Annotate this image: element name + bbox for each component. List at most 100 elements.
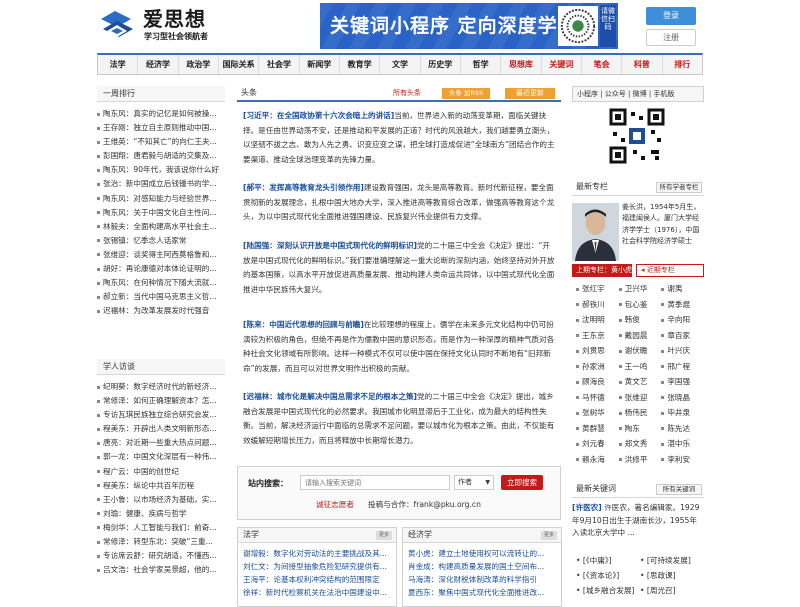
expert-name-link[interactable]: 谢夷: [661, 282, 704, 297]
list-item[interactable]: 张治：新中国成立后钱锺书的学...: [97, 177, 225, 191]
previous-issue-tab[interactable]: 上期专栏：黄小虎: [572, 264, 632, 277]
list-item[interactable]: 陶东风：对感知能力与经验世界...: [97, 192, 225, 206]
expert-name-link[interactable]: 黄季焜: [661, 298, 704, 313]
list-item[interactable]: 郝立新：当代中国马克思主义哲...: [97, 290, 225, 304]
expert-name-link[interactable]: 王一鸣: [618, 360, 662, 375]
column-article-link[interactable]: 徐祥：新时代检察机关在法治中国建设中...: [243, 586, 391, 599]
list-item[interactable]: 王小鲁：以市场经济为基础，实...: [97, 493, 225, 507]
headline-title[interactable]: 习近平：在全国政协第十六次会暗上的讲话: [246, 111, 390, 120]
list-item[interactable]: 程广云：中国的创世纪: [97, 465, 225, 479]
expert-name-link[interactable]: 黄文艺: [618, 375, 662, 390]
expert-name-link[interactable]: 卫兴华: [618, 282, 662, 297]
expert-name-link[interactable]: 李国强: [661, 375, 704, 390]
expert-name-link[interactable]: 谢伏瞻: [618, 344, 662, 359]
mini-program-banner[interactable]: 关键词小程序 定向深度学习 请微信扫码: [320, 3, 618, 49]
right-links-bar[interactable]: 小程序 | 公众号 | 微博 | 手机版: [572, 86, 704, 102]
nav-item[interactable]: 科普: [622, 55, 663, 74]
keyword-link[interactable]: • [周光召]: [640, 583, 704, 598]
nav-item[interactable]: 笔会: [582, 55, 623, 74]
list-item[interactable]: 常修泽：转型东北：突破“三重...: [97, 535, 225, 549]
expert-name-link[interactable]: 李利安: [661, 453, 704, 468]
nav-item[interactable]: 文学: [380, 55, 421, 74]
list-item[interactable]: 专访瓦琪民族独立综合研究会发...: [97, 408, 225, 422]
nav-item[interactable]: 关键词: [542, 55, 582, 74]
expert-name-link[interactable]: 张红宇: [576, 282, 619, 297]
expert-name-link[interactable]: 戴园晨: [618, 329, 662, 344]
expert-name-link[interactable]: 王东京: [576, 329, 619, 344]
expert-name-link[interactable]: 湛中乐: [661, 437, 704, 452]
nav-item[interactable]: 教育学: [340, 55, 381, 74]
list-item[interactable]: 彭国翔：唐君毅与胡适的交集及...: [97, 149, 225, 163]
list-item[interactable]: 梅剑华：人工智能与我们：前奇...: [97, 521, 225, 535]
list-item[interactable]: 刘瑜：健康、疾病与哲学: [97, 507, 225, 521]
list-item[interactable]: 郭一龙：中国文化深层有一种伟...: [97, 450, 225, 464]
list-item[interactable]: 陶东风：在何种情况下随大流就...: [97, 276, 225, 290]
keyword-link[interactable]: • [城乡融合发展]: [576, 583, 640, 598]
expert-name-link[interactable]: 郑文秀: [618, 437, 662, 452]
column-article-link[interactable]: 夏西东：聚焦中国式现代化全面推进改...: [408, 586, 556, 599]
keyword-link[interactable]: • [《中庸》]: [576, 553, 640, 568]
search-button[interactable]: 立即搜索: [501, 475, 543, 490]
nav-item[interactable]: 排行: [663, 55, 702, 74]
expert-name-link[interactable]: 郝铁川: [576, 298, 619, 313]
list-item[interactable]: 王存刚：独立自主原则推动中国...: [97, 121, 225, 135]
headline-title[interactable]: 陈来：中国近代思想的回顾与前瞻: [246, 320, 360, 329]
recent-issue-tab[interactable]: ◂ 近期专栏: [636, 264, 704, 277]
list-item[interactable]: 唐亮：对近期一些重大热点问题...: [97, 436, 225, 450]
all-experts-button[interactable]: 所有学者专栏: [656, 182, 702, 193]
nav-item[interactable]: 历史学: [421, 55, 461, 74]
latest-updates-button[interactable]: 最近更新: [505, 88, 555, 99]
login-button[interactable]: 登录: [646, 7, 696, 25]
expert-name-link[interactable]: 叶兴庆: [661, 344, 704, 359]
expert-name-link[interactable]: 陶东: [618, 422, 662, 437]
expert-name-link[interactable]: 毕井泉: [661, 406, 704, 421]
econ-more-button[interactable]: 更多: [541, 531, 557, 540]
list-item[interactable]: 王维英：“不知其亡”的向仁王夫...: [97, 135, 225, 149]
keyword-link[interactable]: • [《资本论》]: [576, 568, 640, 583]
expert-name-link[interactable]: 辛向阳: [661, 313, 704, 328]
expert-name-link[interactable]: 洪修平: [618, 453, 662, 468]
site-logo[interactable]: 爱思想 学习型社会领航者: [97, 7, 217, 47]
keyword-link[interactable]: • [思政课]: [640, 568, 704, 583]
headline-title[interactable]: 陆国强：深刻认识开放是中国式现代化的鲜明标识: [246, 241, 413, 250]
expert-name-link[interactable]: 顾海良: [576, 375, 619, 390]
expert-name-link[interactable]: 沈明明: [576, 313, 619, 328]
list-item[interactable]: 胡好：再论康德对本体论证明的...: [97, 262, 225, 276]
expert-name-link[interactable]: 韩俊: [618, 313, 662, 328]
list-item[interactable]: 张维迎：谈奖得主阿西莫格鲁和...: [97, 248, 225, 262]
expert-name-link[interactable]: 黄群慧: [576, 422, 619, 437]
nav-item[interactable]: 新闻学: [300, 55, 340, 74]
all-keywords-button[interactable]: 所有关键词: [656, 484, 702, 495]
expert-name-link[interactable]: 杨伟民: [618, 406, 662, 421]
expert-name-link[interactable]: 孙家洲: [576, 360, 619, 375]
list-item[interactable]: 陶东风：真实的记忆是如何被操...: [97, 107, 225, 121]
nav-item[interactable]: 国际关系: [219, 55, 260, 74]
headline-title[interactable]: 迟福林：城市化是解决中国总需求不足的根本之策: [246, 392, 413, 401]
list-item[interactable]: 程美东：开辟出人类文明新形态...: [97, 422, 225, 436]
expert-name-link[interactable]: 张维迎: [618, 391, 662, 406]
expert-name-link[interactable]: 马怀德: [576, 391, 619, 406]
column-article-link[interactable]: 马海涛：深化财税体制改革的科学指引: [408, 573, 556, 586]
expert-name-link[interactable]: 赖永海: [576, 453, 619, 468]
expert-name-link[interactable]: 刘贯思: [576, 344, 619, 359]
list-item[interactable]: 迟福林：为改革发展发时代强音: [97, 304, 225, 318]
expert-name-link[interactable]: 邢广程: [661, 360, 704, 375]
column-article-link[interactable]: 谢增毅：数字化对劳动法的主要挑战及其...: [243, 547, 391, 560]
search-type-select[interactable]: 作者 ▼: [454, 475, 494, 490]
column-article-link[interactable]: 王海平：论基本权利冲突结构的范围限定: [243, 573, 391, 586]
all-headlines-link[interactable]: 所有头条: [393, 88, 421, 98]
nav-item[interactable]: 经济学: [138, 55, 179, 74]
column-article-link[interactable]: 刘仁文：为间接型抽象危险犯研究提供有...: [243, 560, 391, 573]
nav-item[interactable]: 哲学: [461, 55, 502, 74]
law-more-button[interactable]: 更多: [376, 531, 392, 540]
column-article-link[interactable]: 黄小虎：建立土地使用权可以流转让的...: [408, 547, 556, 560]
list-item[interactable]: 程美东：纵论中共百年历程: [97, 479, 225, 493]
list-item[interactable]: 常修泽：如何正确理解资本？怎...: [97, 394, 225, 408]
volunteer-link[interactable]: 诚征志愿者: [316, 499, 354, 510]
keyword-link[interactable]: • [可持续发展]: [640, 553, 704, 568]
expert-name-link[interactable]: 张树华: [576, 406, 619, 421]
rss-subscribe-button[interactable]: 头条 加RSS: [442, 88, 490, 99]
nav-item[interactable]: 法学: [98, 55, 139, 74]
expert-avatar[interactable]: [572, 203, 619, 261]
list-item[interactable]: 林毅夫：全面构建高水平社会主...: [97, 220, 225, 234]
